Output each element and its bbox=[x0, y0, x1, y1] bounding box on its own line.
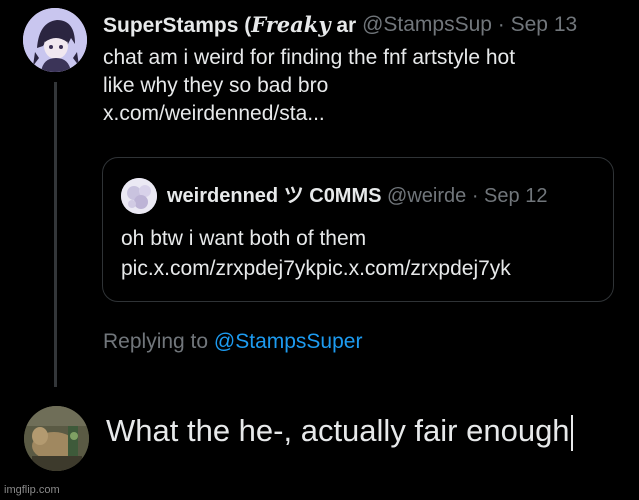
reply-text-value: What the he-, actually fair enough bbox=[106, 413, 570, 448]
watermark: imgflip.com bbox=[4, 484, 60, 496]
quoted-tweet-date[interactable]: Sep 12 bbox=[484, 185, 547, 207]
quoted-tweet-body: oh btw i want both of them pic.x.com/zrx… bbox=[121, 224, 601, 284]
thread-connector-line bbox=[54, 82, 57, 387]
author-name-tail: ar bbox=[330, 14, 357, 37]
tweet-text-line: chat am i weird for finding the fnf arts… bbox=[103, 46, 516, 69]
replying-to-label: Replying to @StampsSuper bbox=[103, 328, 362, 356]
text-caret bbox=[570, 414, 573, 451]
quoted-header-separator: · bbox=[466, 185, 485, 207]
tweet-date[interactable]: Sep 13 bbox=[511, 13, 578, 36]
replying-prefix: Replying to bbox=[103, 330, 209, 353]
author-display-name[interactable]: SuperStamps (Freaky ar bbox=[103, 11, 356, 39]
quoted-author-handle[interactable]: @weirde bbox=[387, 183, 466, 209]
author-avatar[interactable] bbox=[23, 8, 87, 72]
quoted-author-display-name[interactable]: weirdenned ツ C0MMS bbox=[167, 183, 381, 209]
reply-author-avatar[interactable] bbox=[24, 406, 89, 471]
quoted-tweet-header: weirdenned ツ C0MMS @weirde · Sep 12 bbox=[167, 183, 607, 209]
author-name-part: SuperStamps ( bbox=[103, 14, 252, 37]
reply-avatar-image bbox=[24, 406, 89, 471]
tweet-header: SuperStamps (Freaky ar @StampsSup · Sep … bbox=[103, 11, 623, 39]
tweet-link[interactable]: x.com/weirdenned/sta... bbox=[103, 100, 623, 128]
quoted-avatar-image bbox=[121, 178, 157, 214]
tweet-text-line: like why they so bad bro bbox=[103, 74, 329, 97]
author-name-fancy-part: Freaky bbox=[251, 12, 331, 37]
header-separator: · bbox=[491, 13, 511, 36]
author-handle[interactable]: @StampsSup bbox=[362, 13, 492, 36]
quoted-media-link[interactable]: pic.x.com/zrxpdej7ykpic.x.com/zrxpdej7yk bbox=[121, 254, 601, 284]
tweet-body: chat am i weird for finding the fnf arts… bbox=[103, 44, 623, 128]
replying-mention-link[interactable]: @StampsSuper bbox=[214, 330, 363, 353]
quoted-tweet-card[interactable]: weirdenned ツ C0MMS @weirde · Sep 12 oh b… bbox=[102, 157, 614, 302]
quoted-text-line: oh btw i want both of them bbox=[121, 227, 367, 250]
reply-text-input[interactable]: What the he-, actually fair enough bbox=[106, 408, 626, 454]
author-avatar-image bbox=[23, 8, 87, 72]
quoted-author-avatar[interactable] bbox=[121, 178, 157, 214]
